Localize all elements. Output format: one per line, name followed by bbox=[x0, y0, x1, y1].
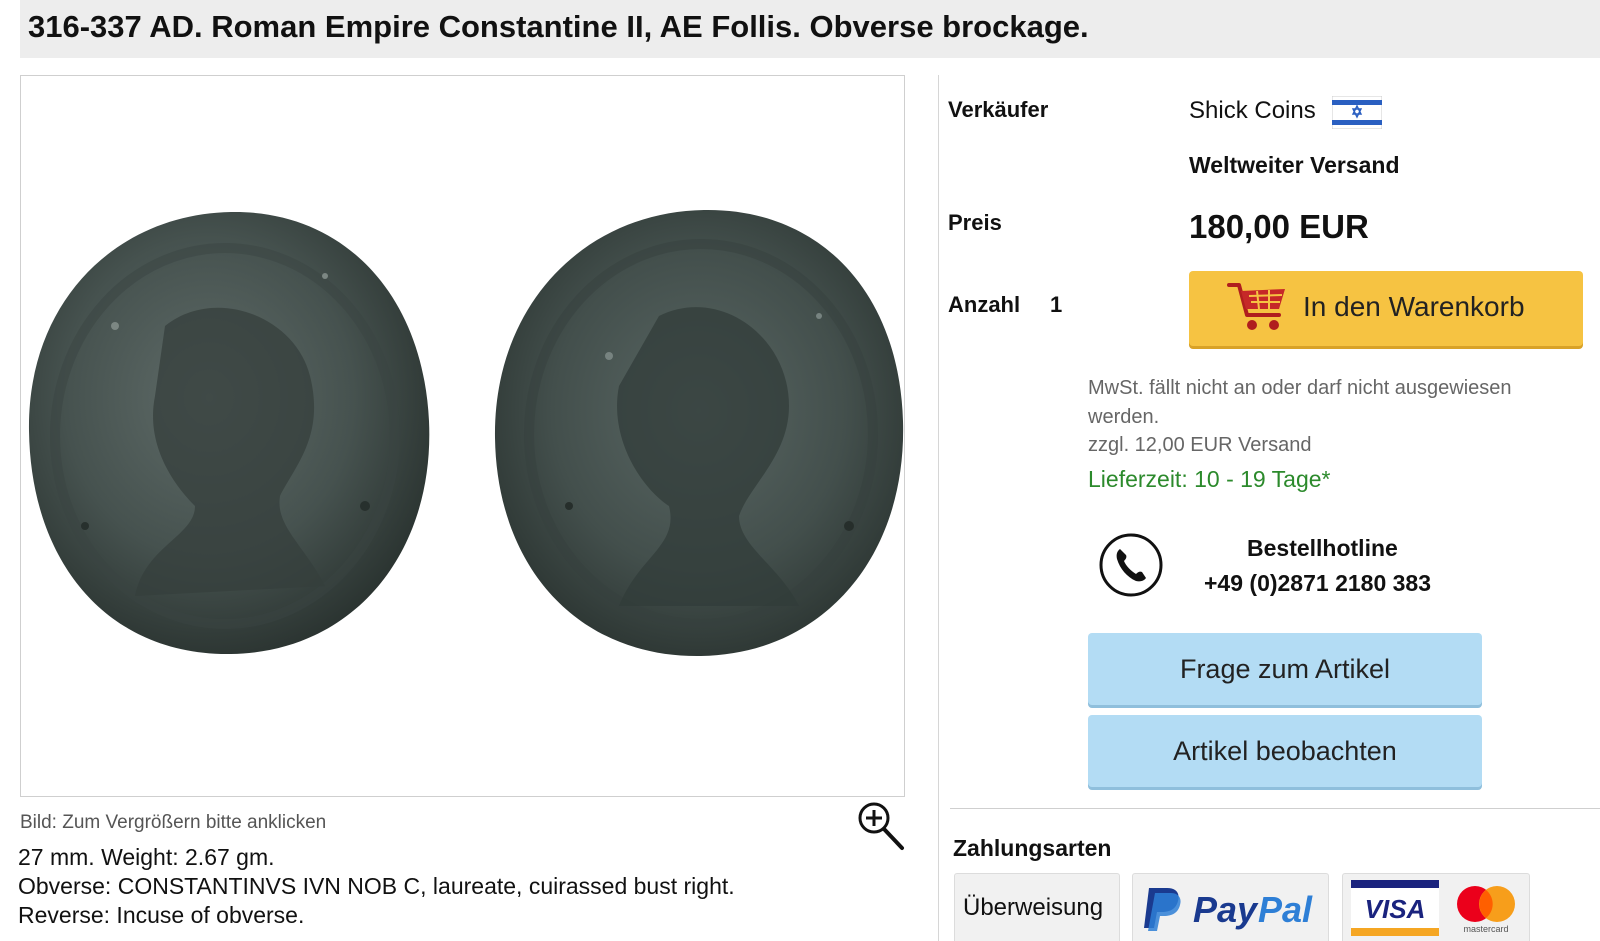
bank-transfer-label: Überweisung bbox=[963, 894, 1104, 921]
payment-title: Zahlungsarten bbox=[953, 835, 1112, 861]
zoom-in-icon[interactable] bbox=[856, 800, 906, 852]
phone-icon bbox=[1099, 533, 1163, 597]
seller-name[interactable]: Shick Coins bbox=[1189, 97, 1316, 125]
coin-reverse-image bbox=[494, 209, 904, 657]
payment-credit-cards[interactable]: VISA mastercard bbox=[1342, 873, 1530, 941]
description-size-weight: 27 mm. Weight: 2.67 gm. bbox=[18, 844, 275, 870]
visa-logo: VISA bbox=[1351, 880, 1439, 936]
israel-flag-icon[interactable] bbox=[1332, 96, 1382, 129]
page-title: 316-337 AD. Roman Empire Constantine II,… bbox=[28, 9, 1089, 44]
hotline-number[interactable]: +49 (0)2871 2180 383 bbox=[1204, 570, 1431, 597]
payment-paypal[interactable]: Pay Pal bbox=[1132, 873, 1329, 941]
description-obverse: Obverse: CONSTANTINVS IVN NOB C, laureat… bbox=[18, 873, 735, 899]
seller-label: Verkäufer bbox=[948, 97, 1049, 122]
svg-text:mastercard: mastercard bbox=[1463, 924, 1508, 934]
watch-item-button[interactable]: Artikel beobachten bbox=[1088, 715, 1482, 787]
item-description: 27 mm. Weight: 2.67 gm. Obverse: CONSTAN… bbox=[18, 843, 735, 930]
ask-question-button[interactable]: Frage zum Artikel bbox=[1088, 633, 1482, 705]
section-divider bbox=[950, 808, 1600, 809]
vat-note: MwSt. fällt nicht an oder darf nicht aus… bbox=[1088, 377, 1512, 428]
product-image[interactable] bbox=[20, 75, 905, 797]
svg-text:Pay: Pay bbox=[1193, 889, 1259, 930]
mastercard-logo: mastercard bbox=[1457, 886, 1515, 934]
paypal-logo: Pay Pal bbox=[1144, 888, 1313, 931]
quantity-label: Anzahl bbox=[948, 292, 1021, 317]
column-divider bbox=[938, 75, 939, 941]
shipping-cost: zzgl. 12,00 EUR Versand bbox=[1088, 434, 1312, 456]
coin-obverse-image bbox=[28, 211, 430, 655]
add-to-cart-label: In den Warenkorb bbox=[1303, 291, 1525, 322]
description-reverse: Reverse: Incuse of obverse. bbox=[18, 902, 305, 928]
shopping-cart-icon bbox=[1227, 283, 1285, 330]
price-label: Preis bbox=[948, 210, 1002, 235]
image-caption: Bild: Zum Vergrößern bitte anklicken bbox=[20, 812, 327, 833]
delivery-time: Lieferzeit: 10 - 19 Tage* bbox=[1088, 466, 1331, 492]
title-bar: 316-337 AD. Roman Empire Constantine II,… bbox=[20, 0, 1600, 58]
svg-text:VISA: VISA bbox=[1365, 894, 1426, 924]
payment-bank-transfer[interactable]: Überweisung bbox=[954, 873, 1120, 941]
hotline-label: Bestellhotline bbox=[1247, 535, 1398, 561]
price-value: 180,00 EUR bbox=[1189, 208, 1369, 245]
svg-text:Pal: Pal bbox=[1258, 889, 1313, 930]
add-to-cart-button[interactable]: In den Warenkorb bbox=[1189, 271, 1583, 346]
quantity-value[interactable]: 1 bbox=[1050, 292, 1062, 318]
worldwide-shipping: Weltweiter Versand bbox=[1189, 152, 1400, 178]
